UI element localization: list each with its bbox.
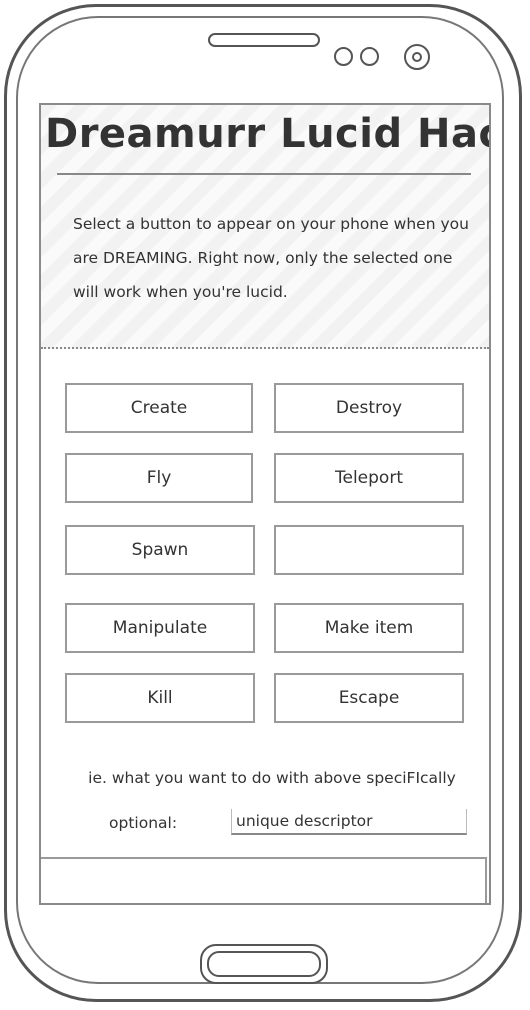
make-item-button[interactable]: Make item [274, 603, 464, 653]
camera-icon [404, 44, 430, 70]
fly-button[interactable]: Fly [65, 453, 253, 503]
speaker-grille [208, 33, 320, 47]
descriptor-input[interactable] [231, 809, 467, 835]
optional-label: optional: [109, 814, 178, 832]
home-button[interactable] [200, 944, 328, 984]
manipulate-button[interactable]: Manipulate [65, 603, 255, 653]
instructions-text: Select a button to appear on your phone … [73, 215, 469, 301]
page-title: Dreamurr Lucid Hacks [45, 111, 489, 157]
phone-screen: Dreamurr Lucid Hacks Select a button to … [39, 103, 491, 905]
escape-button[interactable]: Escape [274, 673, 464, 723]
empty-button[interactable] [274, 525, 464, 575]
destroy-button[interactable]: Destroy [274, 383, 464, 433]
bottom-bar [41, 857, 487, 903]
title-divider [57, 173, 471, 175]
help-text: ie. what you want to do with above speci… [88, 769, 456, 787]
create-button[interactable]: Create [65, 383, 253, 433]
teleport-button[interactable]: Teleport [274, 453, 464, 503]
spawn-button[interactable]: Spawn [65, 525, 255, 575]
kill-button[interactable]: Kill [65, 673, 255, 723]
proximity-sensor [334, 47, 353, 66]
header-panel: Dreamurr Lucid Hacks Select a button to … [41, 105, 489, 349]
light-sensor [360, 47, 379, 66]
